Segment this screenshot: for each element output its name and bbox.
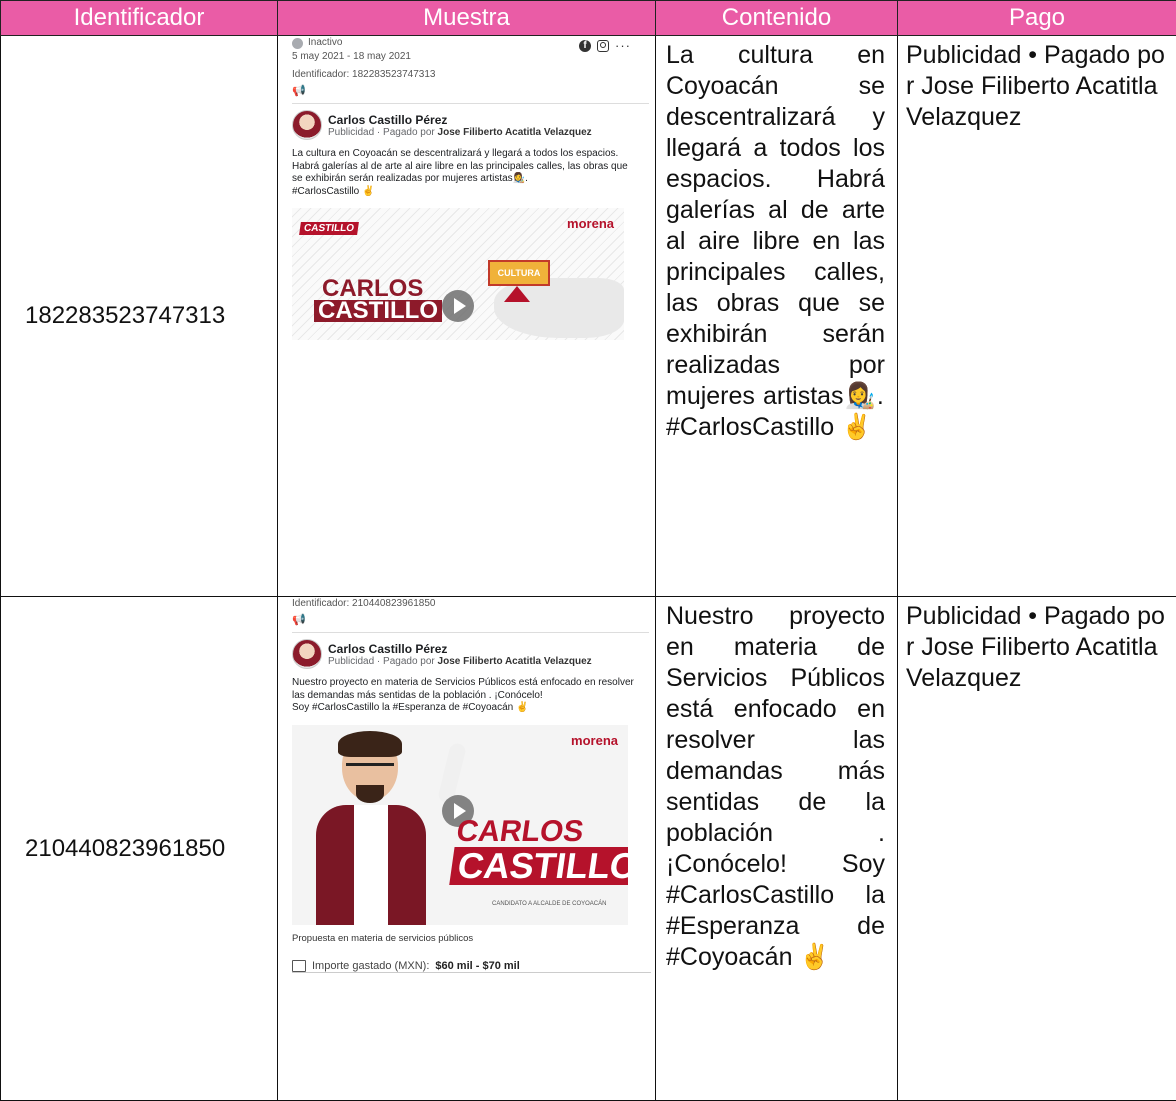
creative-name-line2: CASTILLO bbox=[449, 847, 628, 885]
ad-creative[interactable]: CASTILLO morena CULTURA CARLOS CASTILLO bbox=[292, 208, 624, 340]
status-dot-icon bbox=[292, 38, 303, 49]
pago-cell: Publicidad • Pagado por Jose Filiberto A… bbox=[898, 36, 1176, 597]
illustration-arm bbox=[437, 741, 467, 803]
pago-cell: Publicidad • Pagado por Jose Filiberto A… bbox=[898, 597, 1176, 1101]
illustration-shirt bbox=[354, 805, 388, 925]
play-icon[interactable] bbox=[442, 290, 474, 322]
creative-tag: CASTILLO bbox=[299, 222, 359, 235]
ad-id-line: Identificador: 210440823961850 bbox=[292, 597, 641, 611]
identificador-cell: 182283523747313 bbox=[1, 36, 278, 597]
creative-subtitle: CANDIDATO A ALCALDE DE COYOACÁN bbox=[492, 901, 606, 907]
pago-text: Publicidad • Pagado por Jose Filiberto A… bbox=[898, 597, 1176, 694]
contenido-cell: La cultura en Coyoacán se descentralizar… bbox=[656, 36, 898, 597]
creative-name: CARLOS CASTILLO bbox=[449, 817, 628, 885]
sponsor-prefix: Publicidad · Pagado por bbox=[328, 127, 435, 138]
brand-logo: morena bbox=[567, 216, 614, 231]
sponsor-prefix: Publicidad · Pagado por bbox=[328, 656, 435, 667]
header-pago: Pago bbox=[898, 1, 1176, 36]
creative-banner: CULTURA bbox=[488, 260, 550, 286]
contenido-text: Nuestro proyecto en materia de Servicios… bbox=[656, 597, 897, 973]
creative-name-line1: CARLOS bbox=[455, 817, 628, 847]
ads-table: Identificador Muestra Contenido Pago 182… bbox=[0, 0, 1176, 1101]
identificador-value: 210440823961850 bbox=[1, 834, 277, 864]
identificador-cell: 210440823961850 bbox=[1, 597, 278, 1101]
header-row: Identificador Muestra Contenido Pago bbox=[1, 1, 1176, 36]
ad-body-text: Nuestro proyecto en materia de Servicios… bbox=[292, 677, 641, 715]
divider bbox=[292, 103, 649, 104]
header-identificador: Identificador bbox=[1, 1, 278, 36]
page-header: Carlos Castillo Pérez Publicidad · Pagad… bbox=[292, 110, 641, 140]
megaphone-icon: 📢 bbox=[292, 613, 641, 626]
brand-logo: morena bbox=[571, 733, 618, 748]
instagram-icon bbox=[597, 40, 609, 52]
sponsor-name: Jose Filiberto Acatitla Velazquez bbox=[438, 656, 592, 667]
ad-id-line: Identificador: 182283523747313 bbox=[292, 68, 641, 82]
creative-name: CARLOS CASTILLO bbox=[322, 278, 442, 322]
table-row: 182283523747313 Inactivo f ··· 5 may 202… bbox=[1, 36, 1176, 597]
creative-caption: Propuesta en materia de servicios públic… bbox=[292, 933, 641, 944]
avatar bbox=[292, 639, 322, 669]
bill-icon bbox=[292, 960, 306, 972]
pago-text: Publicidad • Pagado por Jose Filiberto A… bbox=[898, 36, 1176, 133]
header-muestra: Muestra bbox=[278, 1, 656, 36]
more-options-icon[interactable]: ··· bbox=[615, 38, 631, 53]
sponsor-name: Jose Filiberto Acatitla Velazquez bbox=[438, 127, 592, 138]
platforms: f ··· bbox=[579, 38, 631, 53]
muestra-cell: Identificador: 210440823961850 📢 Carlos … bbox=[278, 597, 656, 1101]
ad-card: Identificador: 210440823961850 📢 Carlos … bbox=[292, 597, 641, 973]
ad-creative[interactable]: morena CARLOS CAS bbox=[292, 725, 628, 925]
ad-body-text: La cultura en Coyoacán se descentralizar… bbox=[292, 148, 641, 198]
ad-card: Inactivo f ··· 5 may 2021 - 18 may 2021 … bbox=[292, 36, 641, 340]
contenido-text: La cultura en Coyoacán se descentralizar… bbox=[656, 36, 897, 443]
map-graphic bbox=[494, 278, 624, 338]
sponsor-line: Publicidad · Pagado por Jose Filiberto A… bbox=[328, 127, 592, 138]
spend-row: Importe gastado (MXN): $60 mil - $70 mil bbox=[292, 960, 651, 973]
page-name[interactable]: Carlos Castillo Pérez bbox=[328, 642, 592, 656]
table-row: 210440823961850 Identificador: 210440823… bbox=[1, 597, 1176, 1101]
page-header: Carlos Castillo Pérez Publicidad · Pagad… bbox=[292, 639, 641, 669]
creative-name-line2: CASTILLO bbox=[314, 300, 442, 322]
illustration-hair bbox=[338, 731, 402, 757]
facebook-icon: f bbox=[579, 40, 591, 52]
illustration-beard bbox=[356, 785, 384, 803]
spend-value: $60 mil - $70 mil bbox=[435, 960, 519, 972]
contenido-cell: Nuestro proyecto en materia de Servicios… bbox=[656, 597, 898, 1101]
candidate-illustration bbox=[310, 735, 430, 925]
ad-status-label: Inactivo bbox=[308, 36, 342, 50]
identificador-value: 182283523747313 bbox=[1, 301, 277, 331]
sponsor-line: Publicidad · Pagado por Jose Filiberto A… bbox=[328, 656, 592, 667]
avatar bbox=[292, 110, 322, 140]
megaphone-icon: 📢 bbox=[292, 84, 641, 97]
header-contenido: Contenido bbox=[656, 1, 898, 36]
illustration-glasses bbox=[346, 763, 394, 778]
spend-label: Importe gastado (MXN): bbox=[312, 960, 429, 972]
page-name[interactable]: Carlos Castillo Pérez bbox=[328, 113, 592, 127]
divider bbox=[292, 632, 649, 633]
muestra-cell: Inactivo f ··· 5 may 2021 - 18 may 2021 … bbox=[278, 36, 656, 597]
